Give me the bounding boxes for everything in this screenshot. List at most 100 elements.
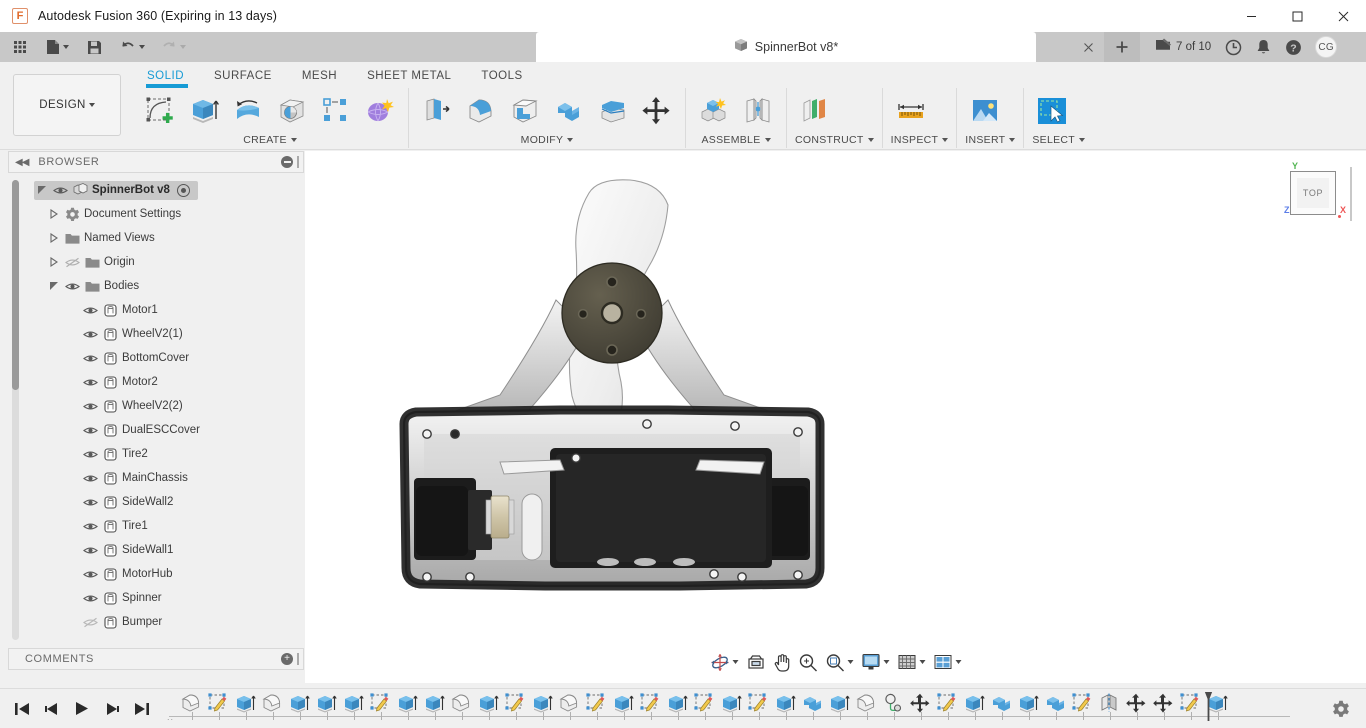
expand-twisty-icon[interactable] bbox=[34, 181, 50, 200]
tree-node-body[interactable]: SideWall2 bbox=[8, 490, 304, 514]
expand-twisty-icon[interactable] bbox=[46, 277, 62, 296]
collapse-left-icon[interactable]: ◀◀ bbox=[15, 157, 28, 168]
look-at-icon[interactable] bbox=[743, 650, 768, 674]
tree-node-body[interactable]: Motor2 bbox=[8, 370, 304, 394]
step-back-icon[interactable] bbox=[40, 696, 64, 722]
panel-modify-label[interactable]: MODIFY bbox=[417, 132, 677, 148]
play-icon[interactable] bbox=[70, 696, 94, 722]
timeline-feature[interactable] bbox=[394, 693, 421, 725]
go-to-beginning-icon[interactable] bbox=[10, 696, 34, 722]
timeline-feature[interactable] bbox=[1042, 693, 1069, 725]
timeline-feature[interactable] bbox=[961, 693, 988, 725]
timeline-track[interactable]: .. bbox=[164, 692, 1328, 726]
chevron-down-icon[interactable] bbox=[955, 660, 961, 664]
offset-face-icon[interactable] bbox=[593, 90, 633, 132]
go-to-end-icon[interactable] bbox=[130, 696, 154, 722]
tree-node-body[interactable]: MotorHub bbox=[8, 562, 304, 586]
minimize-icon[interactable] bbox=[1228, 0, 1274, 32]
chevron-down-icon[interactable] bbox=[883, 660, 889, 664]
timeline-feature[interactable] bbox=[799, 693, 826, 725]
display-settings-icon[interactable] bbox=[858, 650, 892, 674]
expand-twisty-icon[interactable] bbox=[46, 205, 62, 224]
timeline-feature[interactable] bbox=[664, 693, 691, 725]
tree-node-body[interactable]: DualESCCover bbox=[8, 418, 304, 442]
tab-tools[interactable]: TOOLS bbox=[466, 66, 537, 86]
view-cube-face[interactable]: TOP bbox=[1290, 171, 1336, 215]
tree-node-body[interactable]: WheelV2(1) bbox=[8, 322, 304, 346]
avatar[interactable]: CG bbox=[1315, 36, 1337, 58]
visibility-off-icon[interactable] bbox=[62, 253, 82, 272]
tree-node-body[interactable]: Bumper bbox=[8, 610, 304, 634]
panel-resize-grip[interactable] bbox=[297, 653, 299, 665]
visibility-icon[interactable] bbox=[80, 589, 100, 608]
timeline-feature[interactable] bbox=[907, 693, 934, 725]
timeline-feature[interactable] bbox=[988, 693, 1015, 725]
help-icon[interactable]: ? bbox=[1278, 32, 1309, 62]
joint-icon[interactable] bbox=[738, 90, 778, 132]
panel-insert-label[interactable]: INSERT bbox=[965, 132, 1015, 148]
visibility-icon[interactable] bbox=[80, 469, 100, 488]
viewports-icon[interactable] bbox=[930, 650, 964, 674]
timeline-feature[interactable] bbox=[232, 693, 259, 725]
tab-mesh[interactable]: MESH bbox=[287, 66, 352, 86]
timeline-feature[interactable] bbox=[529, 693, 556, 725]
timeline-feature[interactable] bbox=[853, 693, 880, 725]
panel-select-label[interactable]: SELECT bbox=[1032, 132, 1085, 148]
view-cube-resize-grip[interactable] bbox=[1350, 167, 1352, 221]
chevron-down-icon[interactable] bbox=[139, 45, 145, 49]
visibility-icon[interactable] bbox=[80, 445, 100, 464]
tab-surface[interactable]: SURFACE bbox=[199, 66, 287, 86]
timeline-feature[interactable] bbox=[583, 693, 610, 725]
tree-node-origin[interactable]: Origin bbox=[8, 250, 304, 274]
zoom-window-icon[interactable] bbox=[822, 650, 856, 674]
visibility-icon[interactable] bbox=[80, 301, 100, 320]
panel-assemble-label[interactable]: ASSEMBLE bbox=[694, 132, 778, 148]
step-forward-icon[interactable] bbox=[100, 696, 124, 722]
timeline-feature[interactable] bbox=[421, 693, 448, 725]
timeline-feature[interactable] bbox=[1123, 693, 1150, 725]
fillet-icon[interactable] bbox=[461, 90, 501, 132]
shell-icon[interactable] bbox=[505, 90, 545, 132]
new-file-icon[interactable] bbox=[42, 32, 73, 62]
visibility-icon[interactable] bbox=[80, 349, 100, 368]
visibility-icon[interactable] bbox=[80, 421, 100, 440]
measure-icon[interactable] bbox=[891, 90, 931, 132]
visibility-icon[interactable] bbox=[80, 517, 100, 536]
zoom-icon[interactable] bbox=[795, 650, 820, 674]
tree-node-named-views[interactable]: Named Views bbox=[8, 226, 304, 250]
grid-snaps-icon[interactable] bbox=[894, 650, 928, 674]
timeline-feature[interactable] bbox=[286, 693, 313, 725]
new-tab-button[interactable] bbox=[1104, 32, 1140, 62]
view-cube[interactable]: TOP Y X Z bbox=[1272, 163, 1352, 225]
press-pull-icon[interactable] bbox=[417, 90, 457, 132]
visibility-off-icon[interactable] bbox=[80, 613, 100, 632]
chevron-down-icon[interactable] bbox=[919, 660, 925, 664]
chevron-down-icon[interactable] bbox=[732, 660, 738, 664]
tree-node-body[interactable]: BottomCover bbox=[8, 346, 304, 370]
add-comment-icon[interactable]: + bbox=[281, 653, 293, 665]
timeline-feature[interactable] bbox=[745, 693, 772, 725]
timeline-feature[interactable] bbox=[205, 693, 232, 725]
timeline-feature[interactable] bbox=[367, 693, 394, 725]
comments-panel-header[interactable]: COMMENTS + bbox=[8, 648, 304, 670]
tree-node-body[interactable]: Tire2 bbox=[8, 442, 304, 466]
panel-construct-label[interactable]: CONSTRUCT bbox=[795, 132, 874, 148]
timeline-feature[interactable] bbox=[826, 693, 853, 725]
visibility-icon[interactable] bbox=[80, 565, 100, 584]
visibility-icon[interactable] bbox=[80, 493, 100, 512]
visibility-icon[interactable] bbox=[50, 181, 70, 200]
app-grid-icon[interactable] bbox=[8, 32, 32, 62]
timeline-feature[interactable] bbox=[772, 693, 799, 725]
panel-inspect-label[interactable]: INSPECT bbox=[891, 132, 949, 148]
model-render[interactable] bbox=[305, 151, 1366, 683]
tree-node-body[interactable]: Tire1 bbox=[8, 514, 304, 538]
radio-active-icon[interactable] bbox=[177, 184, 190, 197]
timeline-feature[interactable] bbox=[313, 693, 340, 725]
chevron-down-icon[interactable] bbox=[180, 45, 186, 49]
tab-solid[interactable]: SOLID bbox=[132, 66, 199, 86]
timeline-feature[interactable] bbox=[502, 693, 529, 725]
visibility-icon[interactable] bbox=[80, 397, 100, 416]
combine-icon[interactable] bbox=[549, 90, 589, 132]
tab-sheet-metal[interactable]: SHEET METAL bbox=[352, 66, 466, 86]
notifications-icon[interactable] bbox=[1249, 32, 1278, 62]
